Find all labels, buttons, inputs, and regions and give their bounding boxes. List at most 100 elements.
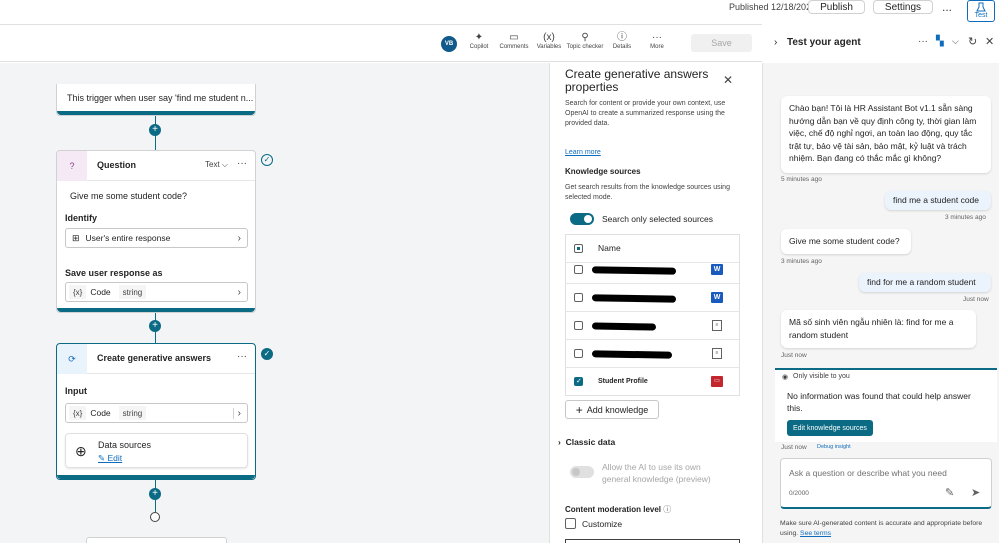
- comments-button[interactable]: ▭ Comments: [494, 32, 534, 50]
- panel-description: Search for content or provide your own c…: [565, 100, 726, 127]
- bot-message: Mã số sinh viên ngẫu nhiên là: find for …: [781, 310, 976, 348]
- generative-answers-node[interactable]: ⟳ Create generative answers ··· Input {x…: [56, 343, 256, 480]
- node-header: ? Question Text ⌵ ···: [57, 151, 255, 181]
- add-node-icon[interactable]: +: [149, 124, 161, 136]
- top-bar: Published 12/18/2024 Publish Settings ..…: [0, 0, 999, 22]
- row-checkbox[interactable]: ✓: [574, 377, 583, 386]
- table-row[interactable]: ≡: [566, 312, 739, 340]
- row-checkbox[interactable]: [574, 321, 583, 330]
- variable-name: Code: [90, 287, 111, 297]
- details-button[interactable]: ⓘ Details: [602, 32, 642, 50]
- bot-message: Give me some student code?: [781, 229, 911, 254]
- test-icon: [976, 2, 986, 12]
- test-label: Test: [974, 12, 988, 19]
- add-knowledge-label: Add knowledge: [586, 404, 649, 415]
- publish-button[interactable]: Publish: [808, 0, 865, 14]
- table-row[interactable]: W: [566, 284, 739, 312]
- identify-value: User's entire response: [85, 233, 171, 243]
- row-checkbox[interactable]: [574, 265, 583, 274]
- trigger-node[interactable]: This trigger when user say 'find me stud…: [56, 84, 256, 116]
- knowledge-sources-description: Get search results from the knowledge so…: [565, 184, 730, 201]
- name-column-header: Name: [598, 243, 621, 253]
- close-icon[interactable]: ✕: [985, 35, 994, 48]
- more-icon[interactable]: ···: [237, 351, 247, 362]
- redacted-name: [591, 294, 677, 303]
- refresh-icon[interactable]: ↻: [968, 35, 977, 48]
- copilot-label: Copilot: [469, 44, 489, 50]
- student-profile-label: Student Profile: [598, 378, 648, 385]
- info-icon[interactable]: ⓘ: [663, 505, 671, 514]
- topic-checker-button[interactable]: ⚲ Topic checker: [565, 32, 605, 50]
- input-variable-field[interactable]: {x} Code string ›: [65, 403, 248, 423]
- details-label: Details: [612, 44, 632, 50]
- question-prompt: Give me some student code?: [70, 191, 188, 201]
- edit-link[interactable]: ✎ Edit: [98, 453, 122, 464]
- debug-insight-link[interactable]: Debug insight: [817, 444, 851, 450]
- allow-ai-label: Allow the AI to use its own general know…: [602, 462, 711, 484]
- chat-input[interactable]: Ask a question or describe what you need: [789, 468, 947, 478]
- moderation-field[interactable]: [565, 539, 740, 543]
- collapse-icon[interactable]: ›: [774, 37, 777, 48]
- close-icon[interactable]: ✕: [723, 73, 733, 87]
- settings-button[interactable]: Settings: [873, 0, 933, 14]
- node-accent-bar: [57, 111, 255, 115]
- row-checkbox[interactable]: [574, 293, 583, 302]
- variable-type: string: [118, 406, 147, 420]
- send-icon[interactable]: ➤: [971, 486, 980, 499]
- add-knowledge-button[interactable]: + Add knowledge: [565, 400, 659, 419]
- table-row[interactable]: ≡: [566, 340, 739, 368]
- classic-data-toggle[interactable]: › Classic data: [558, 437, 615, 447]
- variable-icon: {x}: [69, 285, 87, 299]
- node-title: Create generative answers: [97, 353, 212, 363]
- save-variable-field[interactable]: {x} Code string ›: [65, 282, 248, 302]
- customize-checkbox[interactable]: [565, 518, 576, 529]
- select-all-checkbox[interactable]: [574, 244, 583, 253]
- table-row[interactable]: ✓ Student Profile ▭: [566, 368, 739, 396]
- more-icon[interactable]: ...: [938, 0, 956, 14]
- more-icon[interactable]: ···: [918, 36, 928, 47]
- attach-icon[interactable]: ✎: [945, 486, 954, 499]
- variables-icon: (x): [543, 32, 555, 43]
- avatar[interactable]: VB: [441, 36, 457, 52]
- more-icon[interactable]: ···: [237, 158, 247, 169]
- check-icon: ✓: [261, 154, 273, 166]
- variable-type: string: [118, 285, 147, 299]
- search-only-toggle[interactable]: [570, 213, 594, 225]
- message-timestamp: Just now: [963, 296, 989, 303]
- topic-checker-label: Topic checker: [566, 44, 604, 50]
- table-row[interactable]: W: [566, 256, 739, 284]
- edit-knowledge-sources-button[interactable]: Edit knowledge sources: [787, 420, 873, 436]
- chevron-down-icon[interactable]: ⌵: [952, 36, 959, 47]
- redacted-name: [591, 322, 657, 331]
- edit-label: Edit: [107, 453, 123, 463]
- data-sources-card[interactable]: ⊕ Data sources ✎ Edit: [65, 433, 248, 468]
- identify-field[interactable]: ⊞ User's entire response ›: [65, 228, 248, 248]
- word-file-icon: W: [711, 292, 723, 303]
- more-button[interactable]: ··· More: [637, 32, 677, 50]
- type-dropdown[interactable]: Text ⌵: [205, 160, 228, 170]
- variables-button[interactable]: (x) Variables: [529, 32, 569, 50]
- redacted-name: [591, 350, 673, 359]
- allow-ai-toggle[interactable]: [570, 466, 594, 478]
- see-terms-link[interactable]: See terms: [800, 530, 831, 537]
- search-only-label: Search only selected sources: [602, 214, 714, 224]
- node-accent-bar: [57, 308, 255, 312]
- add-node-icon[interactable]: +: [149, 488, 161, 500]
- node-header: ⟳ Create generative answers ···: [57, 344, 255, 374]
- test-pane-header: › Test your agent ··· ▚ ⌵ ↻ ✕: [762, 25, 999, 63]
- learn-more-link[interactable]: Learn more: [565, 149, 601, 156]
- question-node[interactable]: ? Question Text ⌵ ··· Give me some stude…: [56, 150, 256, 313]
- test-button[interactable]: Test: [967, 0, 995, 22]
- save-button[interactable]: Save: [691, 34, 752, 52]
- redacted-name: [591, 266, 677, 275]
- row-checkbox[interactable]: [574, 349, 583, 358]
- message-timestamp: 3 minutes ago: [781, 258, 822, 265]
- site-icon: ▭: [711, 376, 723, 387]
- add-node-icon[interactable]: +: [149, 320, 161, 332]
- document-icon: ≡: [712, 320, 722, 331]
- chat-input-box[interactable]: Ask a question or describe what you need…: [780, 458, 992, 509]
- info-icon: ⓘ: [617, 32, 627, 43]
- disclaimer: Make sure AI-generated content is accura…: [780, 519, 990, 539]
- copilot-button[interactable]: ✦ Copilot: [459, 32, 499, 50]
- map-icon[interactable]: ▚: [936, 36, 944, 47]
